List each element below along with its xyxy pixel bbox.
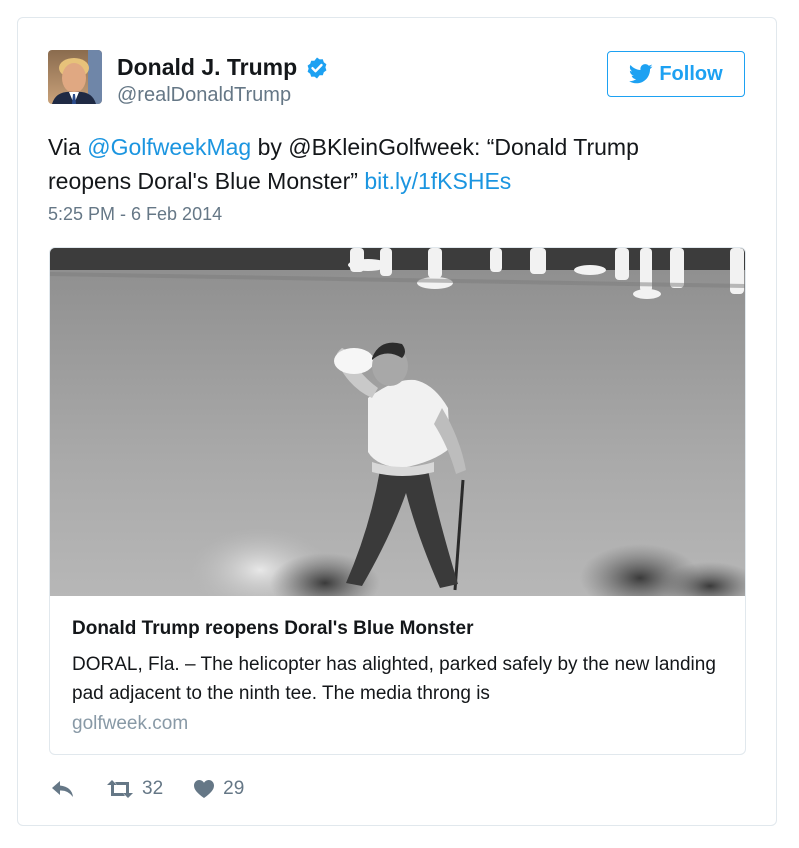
tweet-actions: 32 29	[50, 778, 244, 800]
like-button[interactable]: 29	[193, 778, 244, 800]
follow-button[interactable]: Follow	[607, 51, 745, 97]
short-url-link[interactable]: bit.ly/1fKSHEs	[364, 168, 511, 194]
reply-icon	[52, 781, 73, 797]
follow-label: Follow	[659, 62, 723, 85]
like-count: 29	[223, 778, 245, 799]
link-preview-card[interactable]: Donald Trump reopens Doral's Blue Monste…	[49, 247, 746, 755]
card-photo[interactable]	[50, 248, 746, 596]
avatar[interactable]	[48, 50, 102, 104]
tweet-text: Via @GolfweekMag by @BKleinGolfweek: “Do…	[48, 130, 728, 198]
card-title[interactable]: Donald Trump reopens Doral's Blue Monste…	[72, 618, 473, 640]
heart-icon	[194, 780, 215, 798]
tweet-text-prefix: Via	[48, 134, 88, 160]
tweet-timestamp[interactable]: 5:25 PM - 6 Feb 2014	[48, 204, 222, 225]
retweet-button[interactable]: 32	[106, 778, 163, 800]
tweet-card: Donald J. Trump @realDonaldTrump Follow …	[17, 17, 777, 826]
author-name[interactable]: Donald J. Trump	[117, 54, 297, 81]
twitter-bird-icon	[629, 64, 653, 84]
retweet-count: 32	[142, 778, 164, 799]
card-description: DORAL, Fla. – The helicopter has alighte…	[72, 654, 716, 704]
card-domain[interactable]: golfweek.com	[72, 713, 188, 735]
author-name-row[interactable]: Donald J. Trump	[117, 54, 329, 81]
retweet-icon	[107, 780, 133, 798]
profile-photo	[48, 50, 102, 104]
author-handle[interactable]: @realDonaldTrump	[117, 84, 291, 107]
verified-badge-icon	[305, 56, 329, 80]
mention-link[interactable]: @GolfweekMag	[87, 134, 251, 160]
reply-button[interactable]	[50, 778, 76, 800]
